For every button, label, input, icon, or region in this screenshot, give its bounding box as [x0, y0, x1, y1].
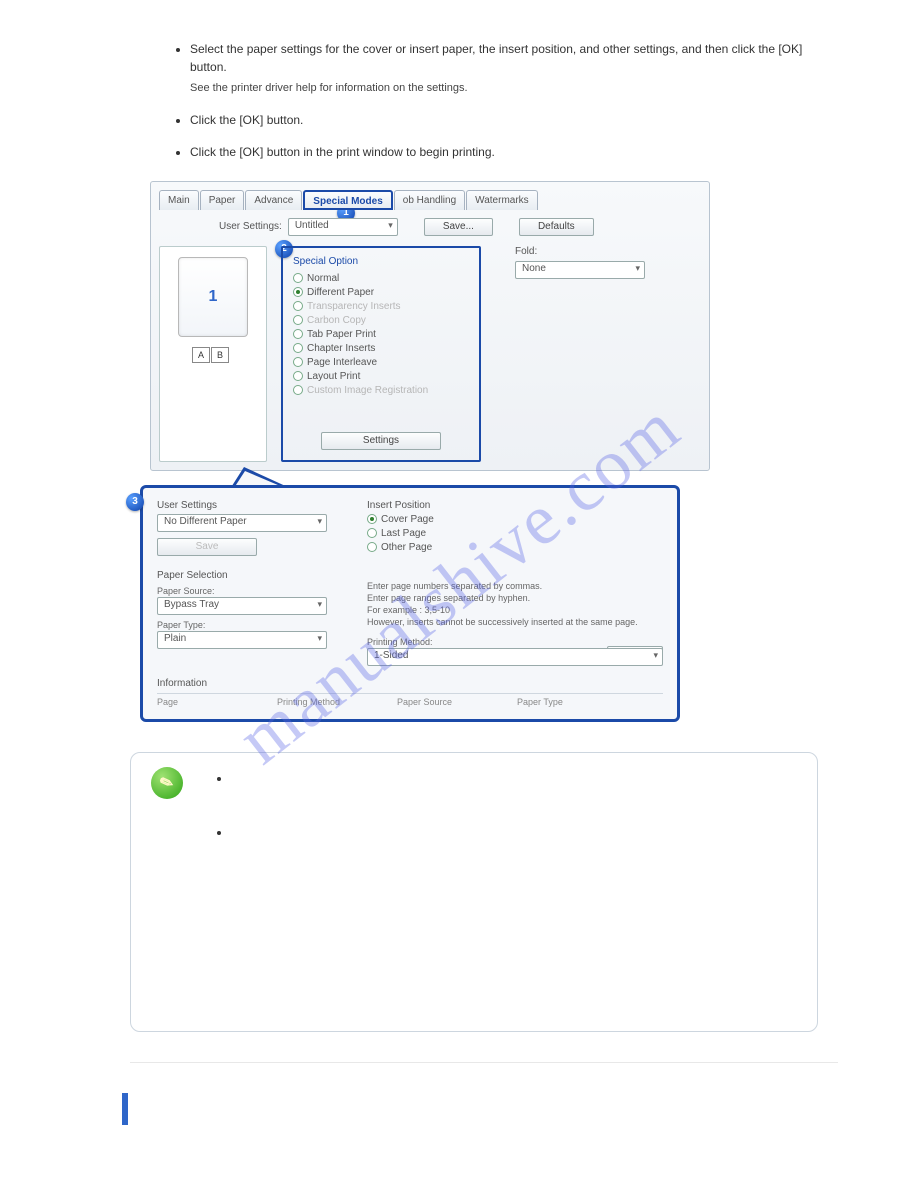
paper-type-dropdown[interactable]: Plain — [157, 631, 327, 649]
section-heading-bar — [122, 1093, 838, 1125]
note-box: ✎ — [130, 752, 818, 1032]
ab-icons: A B — [192, 347, 234, 363]
info-table-header: Page Printing Method Paper Source Paper … — [157, 693, 663, 707]
radio-tab-paper-print[interactable]: Tab Paper Print — [293, 329, 469, 340]
radio-chapter-inserts[interactable]: Chapter Inserts — [293, 343, 469, 354]
radio-other-page[interactable]: Other Page — [367, 542, 434, 553]
paper-selection-label: Paper Selection — [157, 570, 327, 581]
user-settings-row: User Settings: Untitled Save... Defaults — [159, 218, 701, 236]
note-item — [231, 825, 795, 839]
note-item — [231, 771, 795, 785]
radio-last-page[interactable]: Last Page — [367, 528, 434, 539]
settings-button[interactable]: Settings — [321, 432, 441, 450]
step-item: Click the [OK] button in the print windo… — [190, 143, 838, 161]
radio-normal[interactable]: Normal — [293, 273, 469, 284]
step-text: Select the paper settings for the cover … — [190, 42, 802, 74]
special-option-title: Special Option — [293, 256, 469, 267]
badge-3: 3 — [126, 493, 144, 511]
tab-advance[interactable]: Advance — [245, 190, 302, 210]
fold-label: Fold: — [515, 246, 645, 257]
step-sub: See the printer driver help for informat… — [190, 80, 838, 97]
defaults-button[interactable]: Defaults — [519, 218, 594, 236]
settings-panel: User Settings No Different Paper Save In… — [140, 485, 680, 723]
radio-different-paper[interactable]: Different Paper — [293, 287, 469, 298]
save-button-2[interactable]: Save — [157, 538, 257, 556]
insert-position-label: Insert Position — [367, 500, 434, 511]
save-button[interactable]: Save... — [424, 218, 493, 236]
radio-cover-page[interactable]: Cover Page — [367, 514, 434, 525]
section-divider — [130, 1062, 838, 1063]
radio-transparency-inserts: Transparency Inserts — [293, 301, 469, 312]
radio-page-interleave[interactable]: Page Interleave — [293, 357, 469, 368]
paper-type-label: Paper Type: — [157, 619, 327, 631]
user-settings-dropdown-2[interactable]: No Different Paper — [157, 514, 327, 532]
tab-main[interactable]: Main — [159, 190, 199, 210]
information-label: Information — [157, 678, 663, 689]
user-settings-label-2: User Settings — [157, 500, 327, 511]
settings-callout: 3 User Settings No Different Paper Save … — [150, 485, 710, 723]
step-item: Select the paper settings for the cover … — [190, 40, 838, 97]
radio-carbon-copy: Carbon Copy — [293, 315, 469, 326]
tab-bar: Main Paper Advance Special Modes ob Hand… — [159, 190, 701, 210]
insert-position-radios: Cover Page Last Page Other Page — [367, 514, 434, 553]
fold-group: Fold: None — [515, 246, 645, 462]
printing-method-dropdown[interactable]: 1-Sided — [367, 648, 663, 666]
tab-special-modes[interactable]: Special Modes — [303, 190, 392, 210]
fold-dropdown[interactable]: None — [515, 261, 645, 279]
preview-page: 1 — [178, 257, 248, 337]
tab-watermarks[interactable]: Watermarks — [466, 190, 538, 210]
step-list: Select the paper settings for the cover … — [130, 40, 838, 161]
special-option-group: Special Option Normal Different Paper Tran… — [281, 246, 481, 462]
tab-paper[interactable]: Paper — [200, 190, 245, 210]
page-hint-text: Enter page numbers separated by commas.E… — [367, 580, 663, 629]
tab-job-handling[interactable]: ob Handling — [394, 190, 465, 210]
radio-custom-image-registration: Custom Image Registration — [293, 385, 469, 396]
tip-icon: ✎ — [151, 767, 183, 799]
step-item: Click the [OK] button. — [190, 111, 838, 129]
paper-source-dropdown[interactable]: Bypass Tray — [157, 597, 327, 615]
user-settings-dropdown[interactable]: Untitled — [288, 218, 398, 236]
user-settings-label: User Settings: — [219, 221, 282, 232]
print-dialog: Main Paper Advance Special Modes ob Hand… — [150, 181, 710, 471]
paper-source-label: Paper Source: — [157, 585, 327, 597]
page-preview: 1 A B — [159, 246, 267, 462]
screenshot-figure: Main Paper Advance Special Modes ob Hand… — [150, 181, 710, 723]
radio-layout-print[interactable]: Layout Print — [293, 371, 469, 382]
special-radio-list: Normal Different Paper Transparency Insert… — [293, 273, 469, 396]
